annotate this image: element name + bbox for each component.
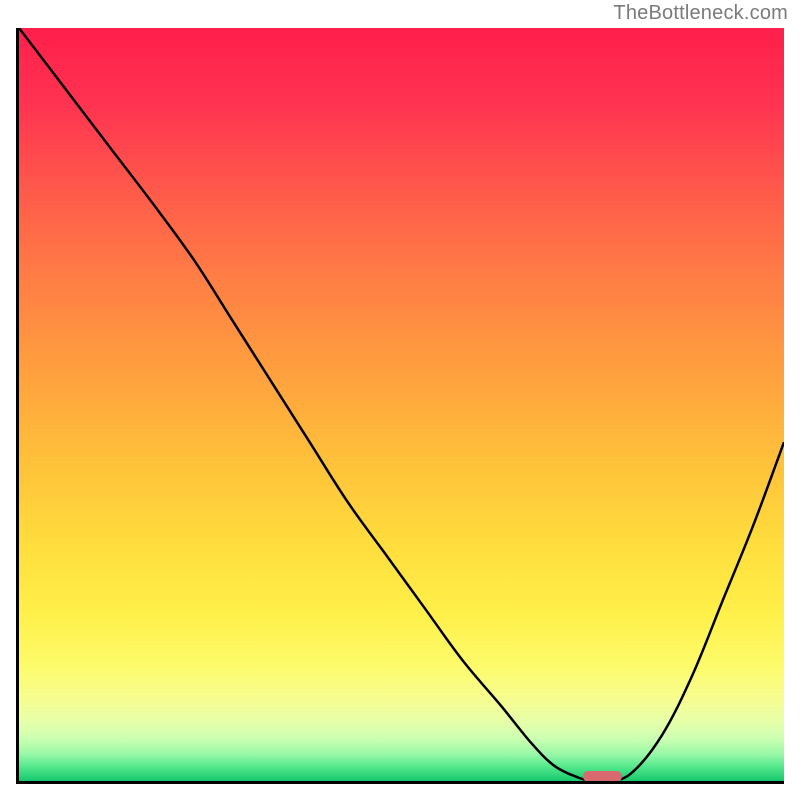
optimal-marker — [583, 771, 621, 782]
bottleneck-chart: TheBottleneck.com — [0, 0, 800, 800]
curve-path — [19, 28, 784, 781]
plot-area — [16, 28, 784, 784]
watermark-text: TheBottleneck.com — [613, 2, 788, 25]
bottleneck-curve-line — [19, 28, 784, 781]
